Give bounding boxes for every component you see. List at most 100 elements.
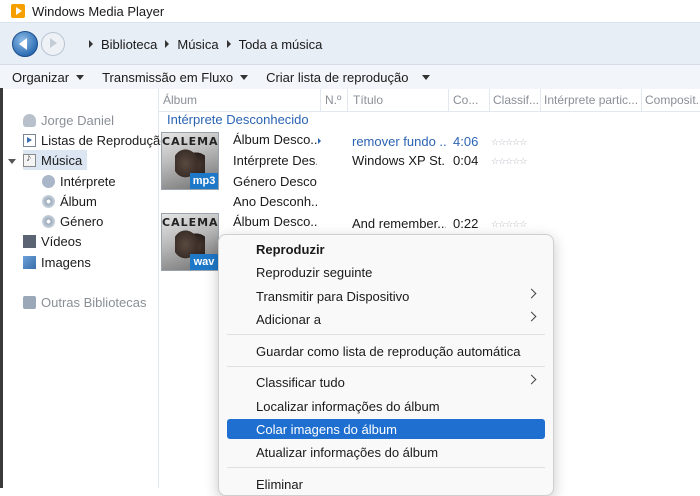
small-arrow-icon <box>318 138 321 144</box>
menu-item-sort-all[interactable]: Classificar tudo <box>227 372 545 392</box>
format-badge: mp3 <box>190 173 218 189</box>
nav-music-label: Música <box>41 152 83 168</box>
menu-separator <box>227 334 545 335</box>
column-title[interactable]: Título <box>353 93 445 107</box>
column-divider[interactable] <box>320 89 321 111</box>
menu-item-delete[interactable]: Eliminar <box>227 474 545 494</box>
track-title[interactable]: And remember... <box>352 216 446 231</box>
menu-item-label: Transmitir para Dispositivo <box>256 288 410 304</box>
music-note-icon <box>23 152 36 167</box>
nav-item-images[interactable]: Imagens <box>23 252 91 272</box>
nav-videos-label: Vídeos <box>41 233 82 249</box>
dropdown-arrow-icon <box>422 74 431 80</box>
menu-separator <box>227 467 545 468</box>
nav-album-label: Álbum <box>60 193 97 209</box>
genre-icon <box>42 214 55 228</box>
menu-item-label: Reproduzir seguinte <box>256 264 373 280</box>
forward-button[interactable] <box>41 32 65 56</box>
album-year[interactable]: Ano Desconh... <box>233 194 317 209</box>
album-art[interactable]: CALEMA mp3 <box>161 132 219 190</box>
organize-menu[interactable]: Organizar <box>12 69 85 85</box>
track-length: 0:22 <box>453 216 479 231</box>
chevron-right-icon <box>526 374 537 385</box>
album-art[interactable]: CALEMA wav <box>161 213 219 271</box>
album-name[interactable]: Álbum Desco... <box>233 132 317 147</box>
menu-item-add-to[interactable]: Adicionar a <box>227 309 545 329</box>
artist-group-title: Intérprete Desconhecido <box>167 112 309 127</box>
nav-other-libraries-label: Outras Bibliotecas <box>41 294 147 310</box>
menu-item-find-album-info[interactable]: Localizar informações do álbum <box>227 396 545 416</box>
column-divider[interactable] <box>448 89 449 111</box>
breadcrumb-all-music[interactable]: Toda a música <box>239 37 323 52</box>
dropdown-arrow-icon <box>76 74 85 80</box>
nav-item-artist[interactable]: Intérprete <box>42 171 116 191</box>
column-contributing-artist[interactable]: Intérprete partic... <box>544 93 642 107</box>
dropdown-arrow-icon <box>240 74 249 80</box>
menu-item-label: Classificar tudo <box>256 374 345 390</box>
navigation-pane: Jorge Daniel Listas de Reprodução Música… <box>3 89 167 488</box>
organize-label: Organizar <box>12 69 70 85</box>
breadcrumb-arrow-icon[interactable] <box>165 40 170 48</box>
menu-item-cast-to-device[interactable]: Transmitir para Dispositivo <box>227 286 545 306</box>
album-art-band-name: CALEMA <box>162 135 219 148</box>
menu-item-label: Colar imagens do álbum <box>256 421 397 437</box>
column-divider[interactable] <box>489 89 490 111</box>
user-icon <box>23 113 36 127</box>
media-player-icon <box>11 4 25 18</box>
nav-item-user[interactable]: Jorge Daniel <box>23 110 114 130</box>
window-title: Windows Media Player <box>32 3 165 19</box>
title-bar: Windows Media Player <box>0 0 700 22</box>
nav-genre-label: Género <box>60 213 104 229</box>
track-length: 0:04 <box>453 153 479 168</box>
format-badge: wav <box>190 254 218 270</box>
column-number[interactable]: N.º <box>325 93 349 107</box>
menu-item-paste-album-art[interactable]: Colar imagens do álbum <box>227 419 545 439</box>
column-divider[interactable] <box>347 89 348 111</box>
album-artist[interactable]: Intérprete Des... <box>233 153 317 168</box>
nav-item-other-libraries[interactable]: Outras Bibliotecas <box>23 292 147 312</box>
menu-item-play[interactable]: Reproduzir <box>227 239 545 259</box>
column-rating[interactable]: Classif... <box>493 93 541 107</box>
nav-item-album[interactable]: Álbum <box>42 191 97 211</box>
context-menu: Reproduzir Reproduzir seguinte Transmiti… <box>218 234 554 496</box>
breadcrumb-music[interactable]: Música <box>177 37 218 52</box>
menu-item-update-album-info[interactable]: Atualizar informações do álbum <box>227 442 545 462</box>
column-divider[interactable] <box>540 89 541 111</box>
playlist-icon <box>23 133 36 147</box>
stream-menu[interactable]: Transmissão em Fluxo <box>102 69 249 85</box>
create-playlist-label: Criar lista de reprodução <box>266 69 409 85</box>
column-composer[interactable]: Composit... <box>645 93 700 107</box>
address-bar: Biblioteca Música Toda a música <box>0 22 700 65</box>
rating-stars[interactable]: ☆☆☆☆☆ <box>491 137 527 148</box>
rating-stars[interactable]: ☆☆☆☆☆ <box>491 156 527 167</box>
column-header-row: Álbum N.º Título Co... Classif... Intérp… <box>159 89 700 112</box>
nav-item-genre[interactable]: Género <box>42 211 103 231</box>
breadcrumb-arrow-icon[interactable] <box>89 40 93 48</box>
video-icon <box>23 234 36 248</box>
column-divider[interactable] <box>641 89 642 111</box>
menu-item-label: Atualizar informações do álbum <box>256 444 439 460</box>
nav-item-playlists[interactable]: Listas de Reprodução <box>23 130 167 150</box>
column-album[interactable]: Álbum <box>163 93 318 107</box>
nav-item-music[interactable]: Música <box>23 150 87 170</box>
breadcrumb-library[interactable]: Biblioteca <box>101 37 157 52</box>
menu-item-play-next[interactable]: Reproduzir seguinte <box>227 262 545 282</box>
menu-item-label: Eliminar <box>256 476 303 492</box>
stream-label: Transmissão em Fluxo <box>102 69 234 85</box>
rating-stars[interactable]: ☆☆☆☆☆ <box>491 219 527 230</box>
menu-item-label: Localizar informações do álbum <box>256 398 440 414</box>
nav-item-videos[interactable]: Vídeos <box>23 231 81 251</box>
track-title[interactable]: remover fundo ... <box>352 134 446 149</box>
album-genre[interactable]: Género Desco... <box>233 174 317 189</box>
chevron-down-icon[interactable] <box>8 159 16 164</box>
track-title[interactable]: Windows XP St... <box>352 153 446 168</box>
nav-user-label: Jorge Daniel <box>41 112 114 128</box>
library-icon <box>23 295 36 309</box>
back-button[interactable] <box>12 31 38 57</box>
column-length[interactable]: Co... <box>453 93 489 107</box>
menu-item-save-auto-playlist[interactable]: Guardar como lista de reprodução automát… <box>227 341 545 361</box>
image-icon <box>23 255 36 269</box>
album-name[interactable]: Álbum Desco... <box>233 214 317 229</box>
create-playlist-menu[interactable]: Criar lista de reprodução <box>266 69 431 85</box>
breadcrumb-arrow-icon[interactable] <box>226 40 231 48</box>
